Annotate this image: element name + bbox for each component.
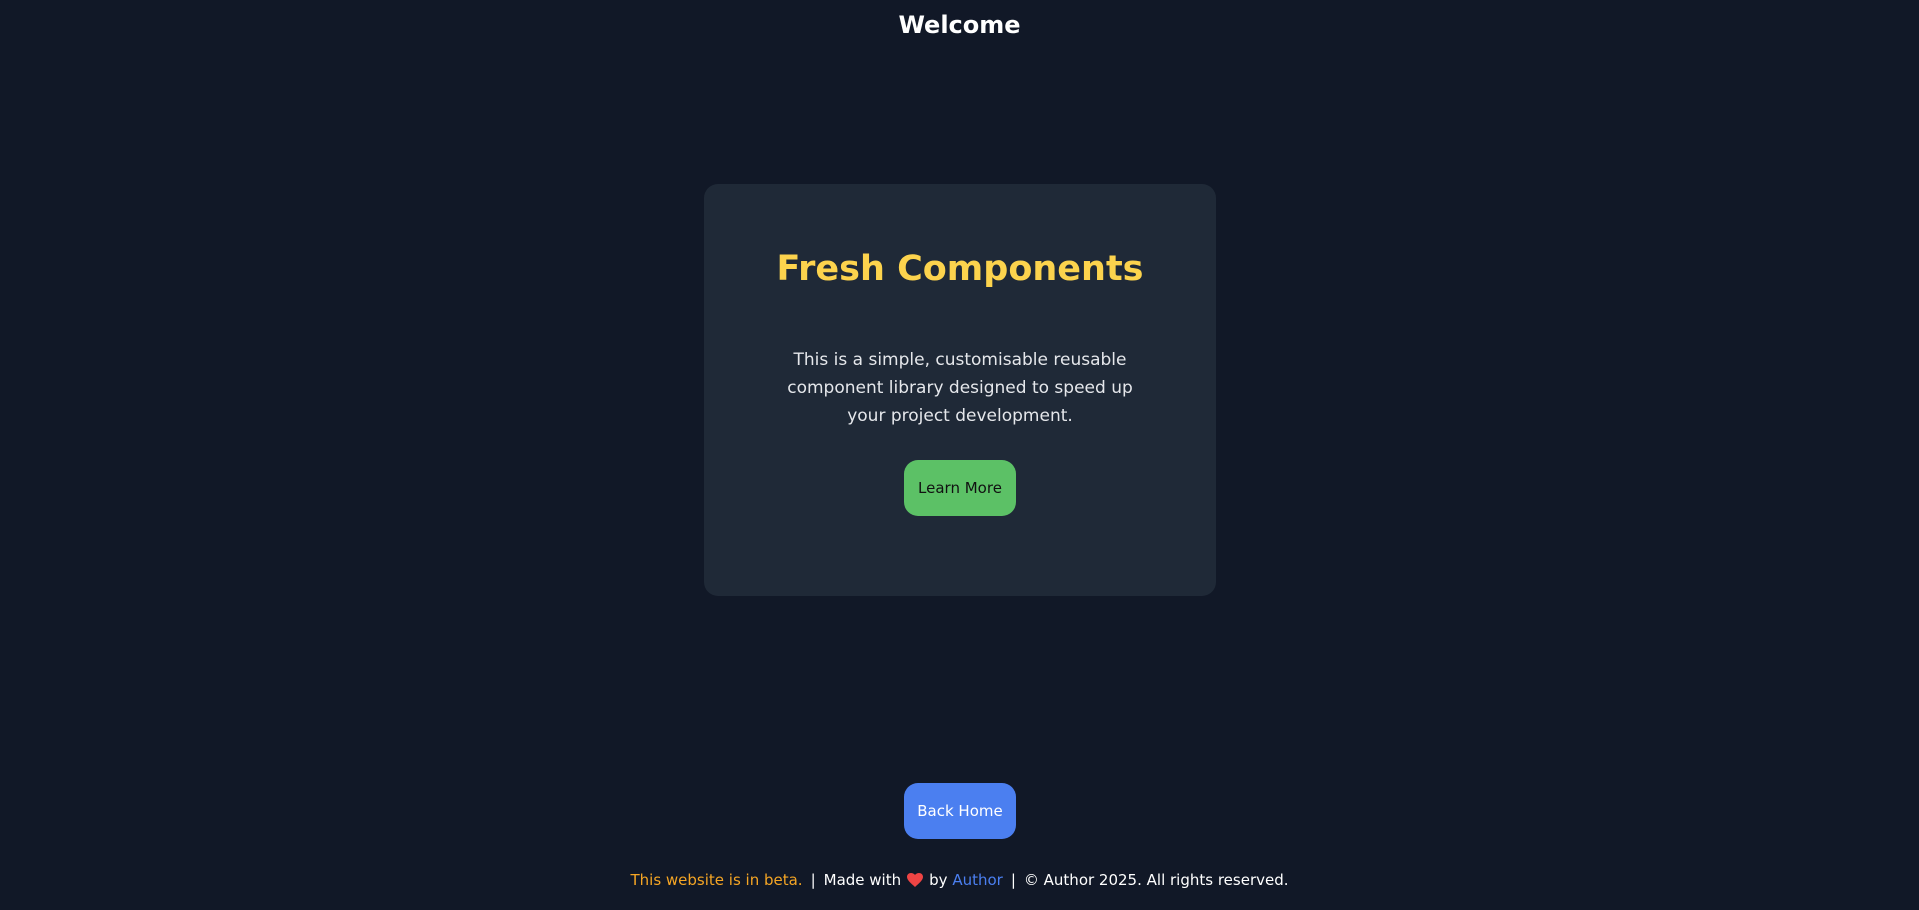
card-title: Fresh Components	[776, 249, 1144, 289]
author-link[interactable]: Author	[952, 871, 1003, 889]
back-home-button[interactable]: Back Home	[904, 783, 1016, 839]
footer: This website is in beta. | Made with by Aut…	[0, 868, 1919, 892]
by-text: by	[929, 871, 948, 889]
learn-more-button[interactable]: Learn More	[904, 460, 1016, 516]
page: Welcome Fresh Components This is a simpl…	[0, 0, 1919, 910]
footer-separator: |	[810, 871, 816, 889]
heart-icon	[907, 873, 924, 887]
made-with-text: Made with	[823, 871, 902, 889]
card-description: This is a simple, customisable reusable …	[787, 350, 1133, 426]
copyright-text: © Author 2025. All rights reserved.	[1023, 871, 1289, 889]
feature-card: Fresh Components This is a simple, custo…	[704, 184, 1216, 596]
footer-separator: |	[1010, 871, 1016, 889]
page-title: Welcome	[898, 11, 1021, 39]
beta-notice: This website is in beta.	[630, 871, 803, 889]
